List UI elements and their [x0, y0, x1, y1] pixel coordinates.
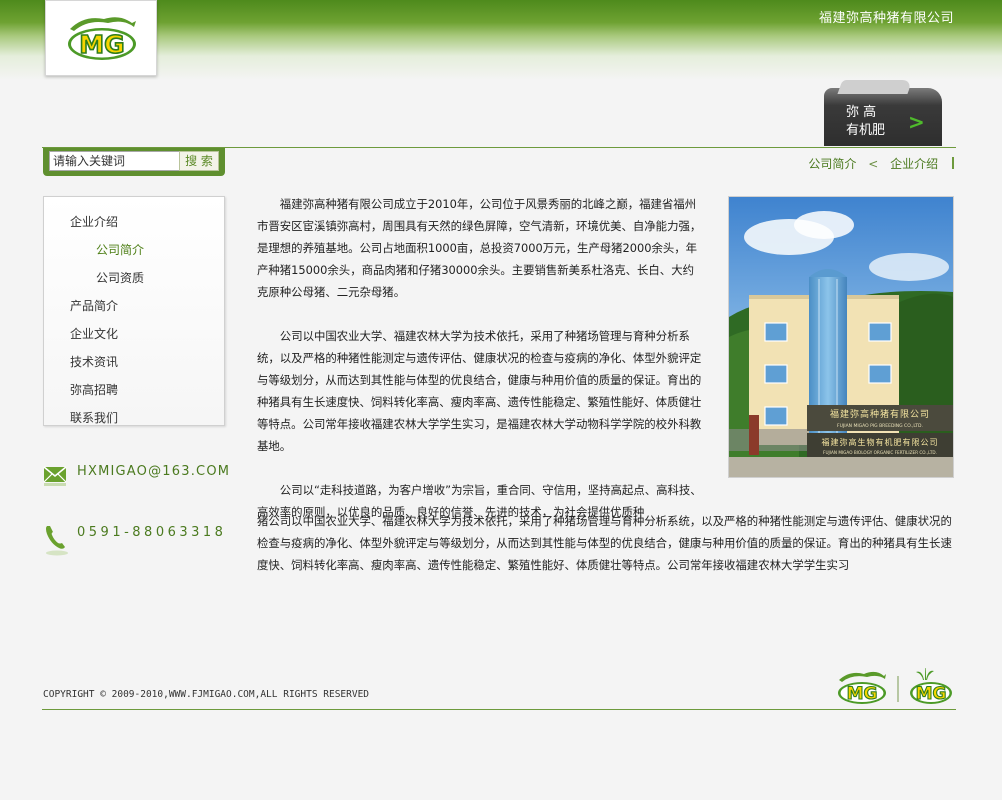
sidebar-item-qualification[interactable]: 公司资质 — [96, 269, 144, 286]
badge-line2: 有机肥 — [846, 123, 886, 138]
svg-text:福建弥高种猪有限公司: 福建弥高种猪有限公司 — [830, 408, 930, 420]
sidebar-item-company-profile[interactable]: 公司简介 — [96, 241, 144, 258]
footer-mg-pig-logo: MG — [838, 671, 886, 705]
breadcrumb-bar — [952, 157, 954, 169]
sidebar-item-jobs[interactable]: 弥高招聘 — [70, 381, 118, 398]
phone-text[interactable]: 0591-88063318 — [77, 525, 226, 540]
paragraph-tech: 公司以中国农业大学、福建农林大学为技术依托，采用了种猪场管理与育种分析系统，以及… — [257, 329, 702, 453]
breadcrumb-current[interactable]: 公司简介 — [808, 155, 856, 172]
arrow-right-icon: > — [908, 110, 925, 134]
email-text[interactable]: HXMIGAO@163.COM — [77, 464, 230, 479]
badge-text: 弥 高 有机肥 — [846, 104, 885, 140]
svg-text:FUJIAN MIGAO BIOLOGY ORGANIC F: FUJIAN MIGAO BIOLOGY ORGANIC FERTILIZER … — [823, 450, 937, 455]
company-name: 福建弥高种猪有限公司 — [818, 11, 954, 26]
sidebar-nav: 企业介绍 公司简介 公司资质 产品简介 企业文化 技术资讯 弥高招聘 联系我们 — [43, 196, 225, 426]
svg-text:MG: MG — [847, 684, 878, 704]
sidebar-item-tech-news[interactable]: 技术资讯 — [70, 353, 118, 370]
svg-text:FUJIAN MIGAO PIG BREEDING CO.,: FUJIAN MIGAO PIG BREEDING CO.,LTD. — [837, 423, 923, 429]
sidebar-item-products[interactable]: 产品简介 — [70, 297, 118, 314]
logo[interactable]: MG — [45, 0, 157, 76]
svg-text:MG: MG — [79, 30, 124, 59]
sidebar-item-company-intro[interactable]: 企业介绍 — [70, 213, 118, 230]
phone-icon — [46, 526, 68, 556]
search-input[interactable] — [49, 151, 181, 171]
footer-divider — [42, 709, 956, 710]
svg-text:MG: MG — [916, 684, 947, 704]
paragraph-mission-continued: 猪公司以中国农业大学、福建农林大学为技术依托，采用了种猪场管理与育种分析系统，以… — [257, 514, 952, 572]
breadcrumb-separator-icon: < — [868, 157, 879, 171]
footer-logos: MG MG — [836, 666, 954, 710]
building-image: 福建弥高种猪有限公司 FUJIAN MIGAO PIG BREEDING CO.… — [729, 197, 953, 477]
sidebar-item-culture[interactable]: 企业文化 — [70, 325, 118, 342]
sidebar-item-contact[interactable]: 联系我们 — [70, 409, 118, 426]
company-profile-text: 福建弥高种猪有限公司成立于2010年，公司位于风景秀丽的北峰之巅，福建省福州市晋… — [257, 193, 703, 523]
footer-mg-fertilizer-logo: MG — [910, 666, 952, 705]
search-bar: 搜 索 — [43, 148, 225, 176]
breadcrumb: 公司简介 < 企业介绍 — [808, 155, 954, 172]
email-contact: HXMIGAO@163.COM — [43, 464, 229, 490]
company-building-photo: 福建弥高种猪有限公司 FUJIAN MIGAO PIG BREEDING CO.… — [728, 196, 954, 478]
breadcrumb-parent[interactable]: 企业介绍 — [890, 155, 938, 172]
phone-contact: 0591-88063318 — [43, 522, 223, 560]
badge-line1: 弥 高 — [846, 105, 877, 120]
badge-tab — [837, 80, 913, 94]
organic-fertilizer-badge[interactable]: 弥 高 有机肥 > — [824, 80, 942, 146]
copyright-text: COPYRIGHT © 2009-2010,WWW.FJMIGAO.COM,AL… — [43, 689, 370, 700]
mail-icon — [43, 466, 67, 486]
paragraph-intro: 福建弥高种猪有限公司成立于2010年，公司位于风景秀丽的北峰之巅，福建省福州市晋… — [257, 197, 702, 299]
svg-text:福建弥高生物有机肥有限公司: 福建弥高生物有机肥有限公司 — [822, 437, 939, 447]
mg-logo-icon: MG — [68, 17, 136, 60]
search-button[interactable]: 搜 索 — [179, 151, 219, 171]
footer-logo-icons: MG MG — [838, 666, 952, 705]
